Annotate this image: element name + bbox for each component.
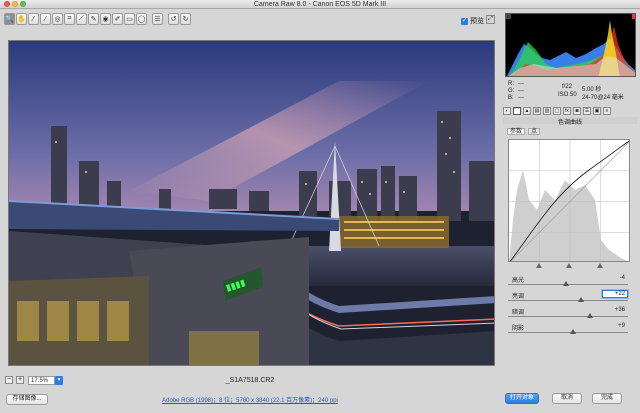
spot-removal-tool-icon[interactable]: ✎	[88, 13, 99, 25]
histogram-graph	[506, 14, 636, 76]
histogram	[505, 13, 636, 77]
panel-tabs: ◐ ⌒ ▲ ▤ ▥ ▢ fx ◙ ☰ ▣ ≡	[503, 106, 637, 116]
curve-slider-row: 阴影 +9	[508, 323, 634, 338]
curve-slider-label: 亮调	[512, 294, 525, 300]
white-balance-tool-icon[interactable]: ⁄	[28, 13, 39, 25]
r-label: R:	[508, 81, 514, 87]
cancel-button[interactable]: 取消	[552, 393, 582, 404]
curve-slider-row: 高光 -4	[508, 275, 634, 290]
rotate-ccw-tool-icon[interactable]: ↺	[168, 13, 179, 25]
graduated-filter-tool-icon[interactable]: ▭	[124, 13, 135, 25]
fullscreen-icon[interactable]: ⤢	[486, 15, 495, 24]
adjustment-brush-tool-icon[interactable]: ✐	[112, 13, 123, 25]
tone-curve-canvas	[509, 140, 629, 261]
done-button[interactable]: 完成	[592, 393, 622, 404]
curve-slider-value-field[interactable]: +9	[602, 322, 628, 330]
split-handle-3[interactable]	[597, 263, 603, 268]
aperture-value: f/22	[562, 84, 573, 90]
curve-slider-thumb[interactable]	[570, 329, 577, 334]
bottom-bar: 存储图像... Adobe RGB (1998)；8 位；5760 x 3840…	[0, 388, 640, 413]
crop-tool-icon[interactable]: ⌗	[64, 13, 75, 25]
panel-title: 色调曲线	[503, 117, 637, 126]
curve-slider-track[interactable]	[508, 332, 628, 333]
curve-slider-thumb[interactable]	[586, 313, 593, 318]
radial-filter-tool-icon[interactable]: ◯	[136, 13, 147, 25]
basic-panel-icon[interactable]: ◐	[503, 107, 511, 115]
preferences-tool-icon[interactable]: ☰	[152, 13, 163, 25]
curve-slider-label: 高光	[512, 278, 525, 284]
rotate-cw-tool-icon[interactable]: ↻	[180, 13, 191, 25]
split-handle-1[interactable]	[536, 263, 542, 268]
detail-panel-icon[interactable]: ▲	[523, 107, 531, 115]
curve-slider-track[interactable]	[508, 300, 628, 301]
targeted-adjustment-tool-icon[interactable]: ◎	[52, 13, 63, 25]
curve-slider-label: 阴影	[512, 326, 525, 332]
open-object-button[interactable]: 打开对象	[505, 393, 539, 404]
b-value: ---	[518, 95, 524, 101]
g-label: G:	[508, 88, 515, 94]
snapshots-panel-icon[interactable]: ▣	[593, 107, 601, 115]
split-toning-panel-icon[interactable]: ▥	[543, 107, 551, 115]
shadow-clipping-icon[interactable]	[506, 14, 511, 19]
hand-tool-icon[interactable]: ✋	[16, 13, 27, 25]
zoom-tool-icon[interactable]: 🔍	[4, 13, 15, 25]
preview-toggle[interactable]: ✓ 预览	[461, 16, 484, 26]
presets-panel-icon[interactable]: ☰	[583, 107, 591, 115]
g-value: ---	[518, 88, 524, 94]
workflow-options-link[interactable]: Adobe RGB (1998)；8 位；5760 x 3840 (22.1 百…	[0, 395, 500, 404]
title-bar: Camera Raw 8.0 - Canon EOS 5D Mark III	[0, 0, 640, 9]
image-preview[interactable]: ▮▮▮▮	[8, 40, 495, 366]
image-filename: _S1A7518.CR2	[225, 377, 275, 384]
curve-slider-thumb[interactable]	[562, 281, 569, 286]
curve-slider-row: 暗调 +36	[508, 307, 634, 322]
curve-slider-thumb[interactable]	[578, 297, 585, 302]
r-value: ---	[518, 81, 524, 87]
hsl-panel-icon[interactable]: ▤	[533, 107, 541, 115]
effects-panel-icon[interactable]: fx	[563, 107, 571, 115]
tone-curve-graph[interactable]	[508, 139, 630, 262]
tone-curve-panel-icon[interactable]: ⌒	[513, 107, 521, 115]
toolbar: 🔍 ✋ ⁄ ⁄ ◎ ⌗ ⟋ ✎ ◉ ✐ ▭ ◯ ☰ ↺ ↻	[4, 13, 191, 29]
iso-value: ISO 50	[558, 92, 577, 98]
highlight-clipping-icon[interactable]	[632, 14, 636, 19]
curve-split-handles[interactable]	[508, 263, 630, 269]
window-title: Camera Raw 8.0 - Canon EOS 5D Mark III	[253, 1, 387, 8]
red-eye-tool-icon[interactable]: ◉	[100, 13, 111, 25]
lens-value: 24-70@24 毫米	[582, 95, 624, 101]
curve-subtabs: 参数 点	[507, 128, 541, 135]
b-label: B:	[508, 95, 514, 101]
curve-slider-track[interactable]	[508, 316, 628, 317]
straighten-tool-icon[interactable]: ⟋	[76, 13, 87, 25]
tab-point[interactable]: 点	[528, 128, 541, 135]
split-handle-2[interactable]	[566, 263, 572, 268]
photo-canvas: ▮▮▮▮	[9, 41, 494, 365]
curve-slider-label: 暗调	[512, 310, 525, 316]
color-sampler-tool-icon[interactable]: ⁄	[40, 13, 51, 25]
camera-info: R: --- G: --- B: --- f/22 5.00 秒 ISO 50 …	[508, 81, 636, 103]
preview-checkbox[interactable]: ✓	[461, 17, 468, 25]
camera-calibration-panel-icon[interactable]: ◙	[573, 107, 581, 115]
tab-parametric[interactable]: 参数	[507, 128, 526, 135]
curve-slider-row: 亮调 +22	[508, 290, 634, 306]
curve-slider-value-field[interactable]: +36	[602, 306, 628, 314]
curve-slider-value-field[interactable]: -4	[602, 274, 628, 282]
curve-slider-value-field[interactable]: +22	[602, 290, 628, 298]
lens-correction-panel-icon[interactable]: ▢	[553, 107, 561, 115]
preview-label: 预览	[470, 18, 484, 25]
panel-menu-icon[interactable]: ≡	[603, 107, 611, 115]
right-panel: R: --- G: --- B: --- f/22 5.00 秒 ISO 50 …	[502, 11, 637, 385]
